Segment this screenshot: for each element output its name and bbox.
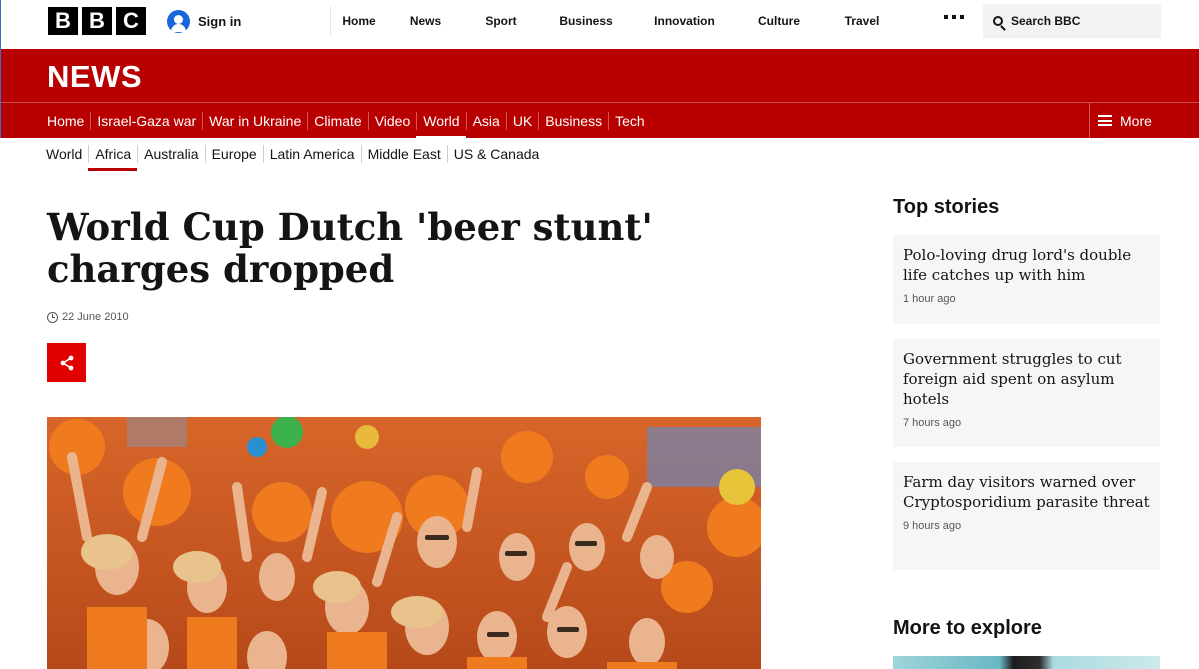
story-time: 9 hours ago [903, 520, 962, 532]
subnav-africa[interactable]: Africa [88, 145, 137, 171]
share-button[interactable] [47, 343, 86, 382]
news-more-button[interactable]: More [1089, 103, 1190, 138]
news-nav-tech[interactable]: Tech [608, 111, 651, 130]
article-hero-image [47, 417, 761, 669]
topnav-travel[interactable]: Travel [823, 6, 901, 36]
subnav-us-canada[interactable]: US & Canada [446, 145, 546, 163]
account-icon [167, 10, 190, 33]
article-dateline: 22 June 2010 [47, 311, 129, 323]
share-icon [60, 355, 73, 370]
search-label: Search BBC [1011, 14, 1081, 28]
topnav-home[interactable]: Home [331, 6, 387, 36]
news-logo[interactable]: NEWS [47, 59, 142, 95]
crowd-photo [47, 417, 761, 669]
story-title: Polo-loving drug lord's double life catc… [903, 246, 1132, 284]
sign-in-button[interactable]: Sign in [167, 10, 241, 33]
bbc-logo-letter: B [48, 7, 78, 35]
subnav-middle-east[interactable]: Middle East [360, 145, 447, 163]
top-story-card[interactable]: Polo-loving drug lord's double life catc… [893, 235, 1160, 324]
topnav-culture[interactable]: Culture [735, 6, 823, 36]
news-nav-business[interactable]: Business [538, 111, 608, 130]
search-bbc-button[interactable]: Search BBC [983, 4, 1161, 38]
story-title: Government struggles to cut foreign aid … [903, 350, 1122, 408]
search-icon [993, 16, 1003, 26]
subnav-world[interactable]: World [46, 145, 88, 163]
top-stories-heading: Top stories [893, 196, 1000, 218]
news-nav-climate[interactable]: Climate [307, 111, 367, 130]
news-nav-video[interactable]: Video [367, 111, 417, 130]
sign-in-label: Sign in [198, 14, 242, 29]
bbc-logo-letter: B [82, 7, 112, 35]
story-time: 7 hours ago [903, 417, 962, 429]
hamburger-icon [1098, 115, 1112, 126]
news-nav-ukraine[interactable]: War in Ukraine [202, 111, 307, 130]
news-nav-asia[interactable]: Asia [465, 111, 506, 130]
story-time: 1 hour ago [903, 293, 956, 305]
article-date: 22 June 2010 [62, 311, 129, 323]
story-title: Farm day visitors warned over Cryptospor… [903, 473, 1150, 511]
subnav-australia[interactable]: Australia [137, 145, 204, 163]
top-story-card[interactable]: Farm day visitors warned over Cryptospor… [893, 462, 1160, 570]
topnav-business[interactable]: Business [538, 6, 634, 36]
more-label: More [1120, 112, 1152, 129]
subnav-europe[interactable]: Europe [204, 145, 263, 163]
news-bar: NEWS Home Israel-Gaza war War in Ukraine… [0, 49, 1199, 139]
article-headline: World Cup Dutch 'beer stunt' charges dro… [47, 205, 653, 291]
bbc-logo[interactable]: B B C [48, 7, 146, 35]
topnav-innovation[interactable]: Innovation [634, 6, 735, 36]
bbc-logo-letter: C [116, 7, 146, 35]
more-menu-icon[interactable] [944, 15, 964, 19]
subnav-latin-america[interactable]: Latin America [262, 145, 361, 163]
news-nav-israel-gaza[interactable]: Israel-Gaza war [90, 111, 202, 130]
topnav-news[interactable]: News [387, 6, 464, 36]
top-navigation: Home News Sport Business Innovation Cult… [330, 6, 901, 36]
more-to-explore-heading: More to explore [893, 617, 1042, 639]
topnav-sport[interactable]: Sport [464, 6, 538, 36]
news-nav-world[interactable]: World [416, 111, 466, 139]
news-nav-uk[interactable]: UK [505, 111, 538, 130]
explore-thumbnail[interactable] [893, 656, 1160, 669]
world-secondary-nav: World Africa Australia Europe Latin Amer… [46, 143, 546, 171]
news-primary-nav: Home Israel-Gaza war War in Ukraine Clim… [47, 103, 651, 139]
news-nav-home[interactable]: Home [47, 112, 90, 130]
bbc-masthead: B B C Sign in Home News Sport Business I… [0, 0, 1199, 49]
top-story-card[interactable]: Government struggles to cut foreign aid … [893, 339, 1160, 447]
clock-icon [47, 311, 58, 323]
